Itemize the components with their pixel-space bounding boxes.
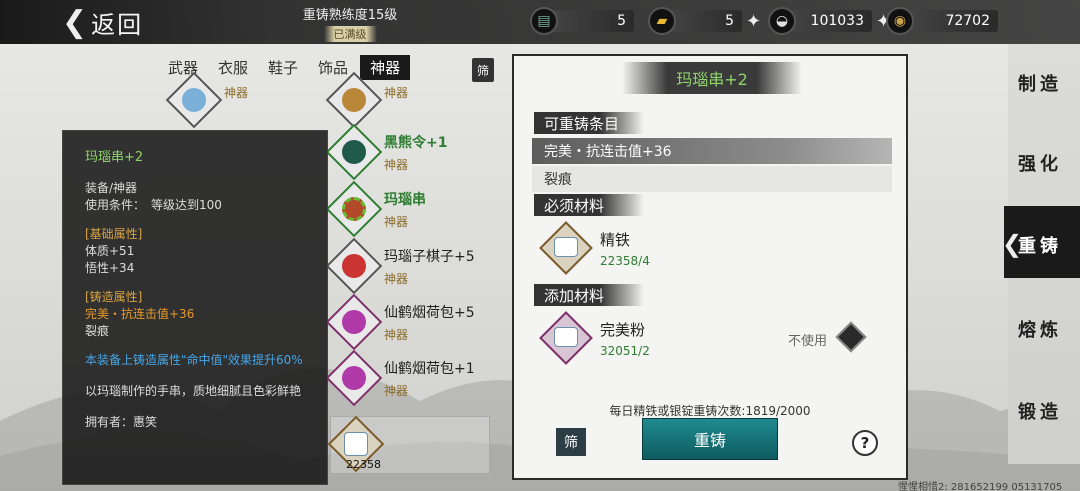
list-filter-button[interactable]: 筛 [472, 58, 494, 82]
item-name: 仙鹤烟荷包+1 [384, 361, 475, 377]
fine-iron-qty-wrap: 22358 [346, 458, 381, 471]
panel-title: 玛瑙串+2 [622, 62, 802, 94]
help-icon[interactable]: ? [852, 430, 878, 456]
item-icon [165, 71, 223, 129]
reforgeable-header: 可重铸条目 [534, 112, 644, 134]
proficiency-status: 已满级 [323, 26, 377, 42]
nav-enhance[interactable]: 强化 [1018, 150, 1080, 176]
reforge-panel: 玛瑙串+2 可重铸条目 完美・抗连击值+36 裂痕 必须材料 精铁 22358/… [512, 54, 908, 480]
tooltip-forge-1: 完美・抗连击值+36 [85, 307, 195, 321]
fine-iron-icon [539, 221, 593, 275]
list-item[interactable]: 仙鹤烟荷包+1 神器 [325, 349, 475, 407]
item-type: 神器 [224, 86, 249, 100]
item-name: 玛瑙子棋子+5 [384, 249, 475, 265]
copper-count: 72702 [906, 10, 998, 32]
extra-material-name: 完美粉 [600, 320, 646, 339]
back-label: 返回 [91, 10, 144, 39]
tooltip-requirement: 使用条件： 等级达到100 [85, 198, 222, 212]
item-tooltip: 玛瑙串+2 装备/神器 使用条件： 等级达到100 [基础属性] 体质+51 悟… [62, 130, 328, 485]
copper-coin-icon: ◉ [886, 7, 914, 35]
proficiency-level: 重铸熟练度15级 [302, 8, 398, 23]
tooltip-description: 以玛瑙制作的手串，质地细腻且色彩鲜艳 [85, 384, 302, 398]
tooltip-bonus: 本装备上铸造属性"命中值"效果提升60% [85, 353, 303, 367]
item-name: 仙鹤烟荷包+5 [384, 305, 475, 321]
nav-smelt[interactable]: 熔炼 [1018, 316, 1080, 342]
perfect-powder-icon [539, 311, 593, 365]
required-material: 精铁 22358/4 [539, 221, 650, 275]
tooltip-owner: 拥有者：惠笑 [85, 415, 158, 429]
required-material-count: 22358/4 [600, 253, 650, 268]
resource-copper: ◉ 72702 [886, 7, 998, 35]
item-name: 玛瑙串 [384, 192, 426, 208]
tooltip-forge-2: 裂痕 [85, 324, 110, 338]
tooltip-base-header: [基础属性] [85, 227, 143, 241]
gold-count: 5 [668, 10, 742, 32]
tooltip-title: 玛瑙串+2 [85, 150, 144, 165]
tooltip-base-1: 体质+51 [85, 244, 135, 258]
list-item[interactable]: 玛瑙子棋子+5 神器 [325, 237, 475, 295]
list-item[interactable]: 仙鹤烟荷包+5 神器 [325, 293, 475, 351]
item-type: 神器 [384, 158, 409, 172]
list-item[interactable]: 神器 [325, 71, 409, 129]
list-item[interactable]: 玛瑙串 神器 [325, 180, 426, 238]
reforge-entry[interactable]: 裂痕 [532, 166, 892, 192]
resource-gold: ▰ 5 ✦ [648, 7, 761, 35]
list-item[interactable]: 黑熊令+1 神器 [325, 123, 448, 181]
resource-ticket: ▤ 5 [530, 7, 634, 35]
item-type: 神器 [384, 272, 409, 286]
item-name: 黑熊令+1 [384, 135, 448, 151]
silver-ingot-icon: ◒ [768, 7, 796, 35]
extra-material-header: 添加材料 [534, 284, 644, 306]
crane-pouch-icon [325, 349, 383, 407]
nav-forge[interactable]: 锻造 [1018, 398, 1080, 424]
item-type: 神器 [384, 215, 409, 229]
list-item[interactable]: 神器 [165, 71, 249, 129]
item-type: 神器 [384, 384, 409, 398]
item-type: 神器 [384, 86, 409, 100]
resource-silver: ◒ 101033 ✦ [768, 7, 891, 35]
black-bear-token-icon [325, 123, 383, 181]
fine-iron-qty: 22358 [346, 458, 381, 471]
tooltip-forge-header: [铸造属性] [85, 290, 143, 304]
back-button[interactable]: ❮ 返回 [62, 4, 162, 40]
extra-material-count: 32051/2 [600, 343, 650, 358]
chevron-left-icon: ❮ [62, 4, 88, 40]
panel-filter-button[interactable]: 筛 [556, 428, 586, 456]
reforge-button[interactable]: 重铸 [642, 418, 778, 460]
agate-chess-icon [325, 237, 383, 295]
agate-bracelet-icon [325, 180, 383, 238]
tooltip-category: 装备/神器 [85, 181, 138, 195]
watermark: 惺惺相惜2: 281652199 05131705 [898, 482, 1063, 491]
tooltip-base-2: 悟性+34 [85, 261, 135, 275]
required-material-header: 必须材料 [534, 194, 644, 216]
silver-count: 101033 [788, 10, 872, 32]
proficiency-info: 重铸熟练度15级 已满级 [270, 4, 430, 42]
gold-bar-icon: ▰ [648, 7, 676, 35]
not-use-label: 不使用 [788, 334, 828, 349]
add-gold-icon[interactable]: ✦ [746, 11, 761, 32]
ticket-count: 5 [550, 10, 634, 32]
daily-reforge-count: 每日精铁或银锭重铸次数:1819/2000 [609, 404, 811, 418]
reforge-entry-selected[interactable]: 完美・抗连击值+36 [532, 138, 892, 164]
extra-material[interactable]: 完美粉 32051/2 [539, 311, 650, 365]
crane-pouch-icon [325, 293, 383, 351]
not-use-toggle[interactable] [835, 321, 867, 353]
item-icon [325, 71, 383, 129]
item-type: 神器 [384, 328, 409, 342]
required-material-name: 精铁 [600, 230, 631, 249]
tab-shoes[interactable]: 鞋子 [260, 55, 306, 80]
nav-reforge[interactable]: 重铸 [1018, 232, 1080, 258]
nav-craft[interactable]: 制造 [1018, 70, 1080, 96]
ticket-icon: ▤ [530, 7, 558, 35]
